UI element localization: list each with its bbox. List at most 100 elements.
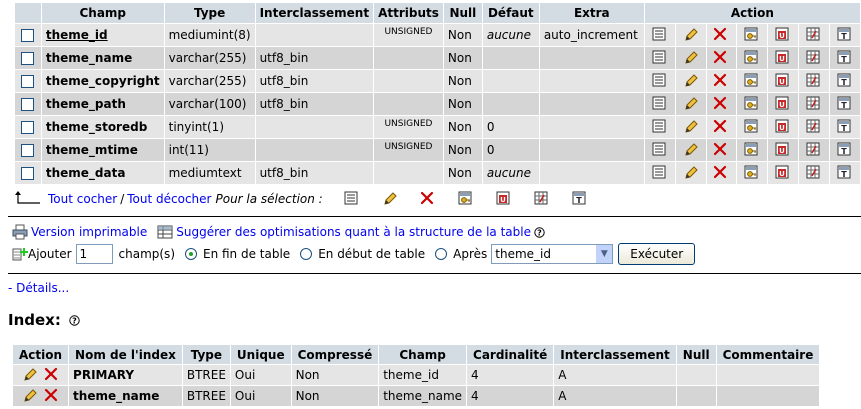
action-fulltext[interactable]: T <box>830 24 860 46</box>
primary-key-icon[interactable] <box>744 50 760 66</box>
action-browse[interactable] <box>644 139 675 161</box>
row-checkbox-box[interactable] <box>21 167 35 180</box>
primary-key-icon[interactable] <box>744 73 760 89</box>
action-browse[interactable] <box>644 93 675 115</box>
browse-icon[interactable] <box>652 73 668 89</box>
fulltext-icon[interactable]: T <box>837 73 853 89</box>
action-index[interactable] <box>799 116 830 138</box>
primary-key-icon[interactable] <box>744 96 760 112</box>
primary-key-icon[interactable] <box>744 142 760 158</box>
unique-icon[interactable]: U <box>775 96 791 112</box>
action-unique[interactable]: U <box>768 162 799 184</box>
action-edit[interactable] <box>675 47 706 69</box>
radio-at-end[interactable] <box>185 248 197 260</box>
drop-x-icon[interactable] <box>713 50 729 66</box>
index-icon[interactable] <box>806 165 822 181</box>
chevron-down-icon[interactable]: ▼ <box>596 245 613 263</box>
action-primary[interactable] <box>737 47 768 69</box>
action-fulltext[interactable]: T <box>830 70 860 92</box>
action-drop[interactable] <box>706 139 737 161</box>
edit-pencil-icon[interactable] <box>683 165 699 181</box>
unique-icon[interactable]: U <box>775 73 791 89</box>
action-fulltext[interactable]: T <box>830 162 860 184</box>
action-unique[interactable]: U <box>768 116 799 138</box>
action-drop[interactable] <box>706 93 737 115</box>
action-primary[interactable] <box>737 139 768 161</box>
unique-icon[interactable]: U <box>496 191 512 207</box>
drop-x-icon[interactable] <box>713 73 729 89</box>
browse-icon[interactable] <box>652 165 668 181</box>
edit-pencil-icon[interactable] <box>683 50 699 66</box>
browse-icon[interactable] <box>652 27 668 43</box>
index-icon[interactable] <box>806 96 822 112</box>
execute-button[interactable]: Exécuter <box>618 243 696 265</box>
browse-icon[interactable] <box>652 50 668 66</box>
index-icon[interactable] <box>806 119 822 135</box>
field-count-input[interactable] <box>75 244 113 264</box>
check-all-link[interactable]: Tout cocher <box>48 192 117 206</box>
propose-structure-link[interactable]: Suggérer des optimisations quant à la st… <box>176 225 531 239</box>
action-index[interactable] <box>799 162 830 184</box>
action-browse[interactable] <box>644 116 675 138</box>
drop-x-icon[interactable] <box>44 367 60 383</box>
row-checkbox-box[interactable] <box>21 75 35 88</box>
fulltext-icon[interactable]: T <box>837 165 853 181</box>
drop-x-icon[interactable] <box>713 96 729 112</box>
index-icon[interactable] <box>534 191 550 207</box>
edit-pencil-icon[interactable] <box>683 73 699 89</box>
action-unique[interactable]: U <box>768 70 799 92</box>
row-checkbox[interactable] <box>15 116 41 138</box>
action-primary[interactable] <box>737 93 768 115</box>
row-checkbox[interactable] <box>15 139 41 161</box>
browse-icon[interactable] <box>652 142 668 158</box>
after-field-select[interactable]: theme_id ▼ <box>491 244 614 264</box>
action-drop[interactable] <box>706 70 737 92</box>
action-fulltext[interactable]: T <box>830 139 860 161</box>
action-unique[interactable]: U <box>768 139 799 161</box>
action-edit[interactable] <box>675 139 706 161</box>
col-header-field[interactable]: Champ <box>41 3 164 23</box>
action-browse[interactable] <box>644 70 675 92</box>
action-index[interactable] <box>799 139 830 161</box>
row-checkbox-box[interactable] <box>21 144 35 157</box>
row-checkbox[interactable] <box>15 24 41 46</box>
fulltext-icon[interactable]: T <box>837 96 853 112</box>
primary-key-icon[interactable] <box>744 119 760 135</box>
unique-icon[interactable]: U <box>775 27 791 43</box>
radio-after[interactable] <box>435 248 448 260</box>
action-unique[interactable]: U <box>768 47 799 69</box>
edit-pencil-icon[interactable] <box>683 96 699 112</box>
edit-pencil-icon[interactable] <box>683 27 699 43</box>
drop-x-icon[interactable] <box>713 119 729 135</box>
unique-icon[interactable]: U <box>775 165 791 181</box>
action-fulltext[interactable]: T <box>830 116 860 138</box>
unique-icon[interactable]: U <box>775 50 791 66</box>
drop-x-icon[interactable] <box>713 27 729 43</box>
action-primary[interactable] <box>737 70 768 92</box>
fulltext-icon[interactable]: T <box>837 27 853 43</box>
action-edit[interactable] <box>675 116 706 138</box>
action-edit[interactable] <box>675 24 706 46</box>
action-drop[interactable] <box>706 47 737 69</box>
index-icon[interactable] <box>806 142 822 158</box>
drop-x-icon[interactable] <box>44 388 60 404</box>
row-checkbox-box[interactable] <box>21 98 35 111</box>
edit-pencil-icon[interactable] <box>22 367 38 383</box>
drop-x-icon[interactable] <box>713 165 729 181</box>
edit-pencil-icon[interactable] <box>22 388 38 404</box>
action-unique[interactable]: U <box>768 24 799 46</box>
index-icon[interactable] <box>806 50 822 66</box>
action-primary[interactable] <box>737 162 768 184</box>
action-edit[interactable] <box>675 70 706 92</box>
row-checkbox[interactable] <box>15 162 41 184</box>
primary-key-icon[interactable] <box>458 191 474 207</box>
row-checkbox[interactable] <box>15 70 41 92</box>
uncheck-all-link[interactable]: Tout décocher <box>127 192 211 206</box>
index-icon[interactable] <box>806 73 822 89</box>
row-checkbox[interactable] <box>15 47 41 69</box>
primary-key-icon[interactable] <box>744 27 760 43</box>
help-icon[interactable]: ? <box>534 226 545 238</box>
primary-key-icon[interactable] <box>744 165 760 181</box>
details-link[interactable]: - Détails... <box>8 281 69 295</box>
browse-icon[interactable] <box>652 119 668 135</box>
